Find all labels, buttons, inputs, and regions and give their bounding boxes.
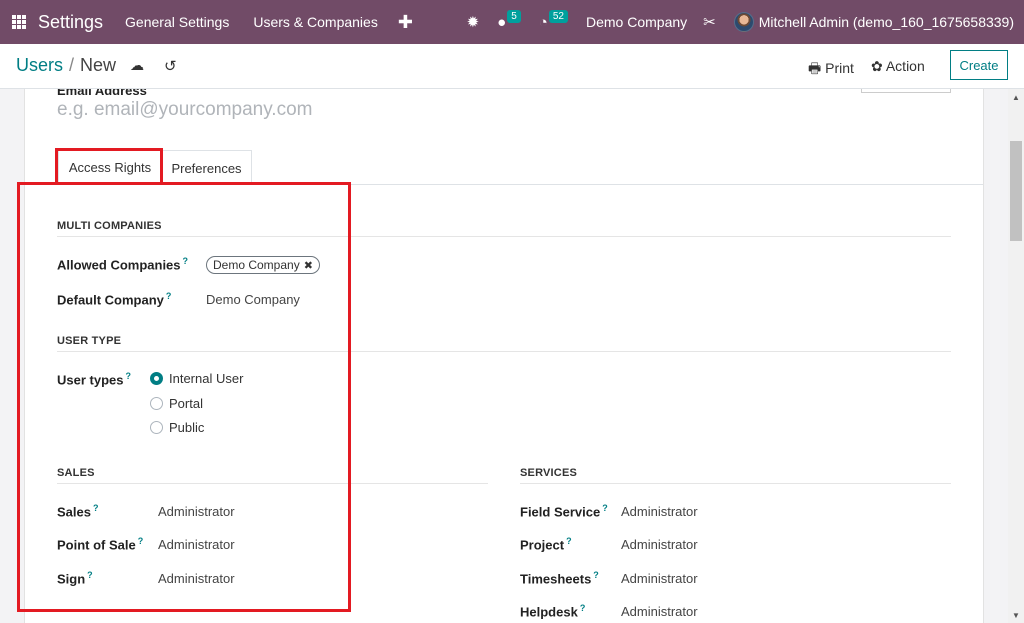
radio-label: Public [169,420,205,435]
messaging-menu[interactable]: ● 5 [497,9,521,31]
scrollbar[interactable]: ▲ ▼ [1008,89,1024,623]
help-icon[interactable]: ? [602,503,608,513]
default-company-label: Default Company? [57,291,172,308]
point-of-sale-value[interactable]: Administrator [158,537,235,552]
radio-unchecked-icon [150,421,163,434]
control-panel: Users / New ☁ ↺ 🖶 Print ✿ Action Create [0,44,1024,89]
app-name[interactable]: Settings [38,12,103,33]
activity-count-badge: 52 [548,9,568,23]
email-input[interactable] [57,99,507,121]
email-label: Email Address [57,89,147,98]
save-cloud-icon[interactable]: ☁ [130,57,144,74]
form-sheet: Email Address Access Rights Preferences … [24,89,984,623]
chat-icon: ● [497,13,507,31]
radio-label: Internal User [169,371,244,386]
menu-general-settings[interactable]: General Settings [125,14,229,30]
tab-highlight-box [55,148,163,185]
create-button[interactable]: Create [950,50,1008,80]
radio-internal-user[interactable]: Internal User [150,371,243,386]
field-service-value[interactable]: Administrator [621,504,698,519]
action-button[interactable]: ✿ Action [871,58,925,75]
help-icon[interactable]: ? [93,503,99,513]
section-user-type: USER TYPE [57,335,951,352]
tag-remove-icon[interactable]: ✖ [304,259,313,272]
breadcrumb: Users / New ☁ ↺ [16,55,177,76]
project-value[interactable]: Administrator [621,537,698,552]
scroll-thumb[interactable] [1010,141,1022,241]
user-avatar[interactable] [733,12,754,32]
clock-icon: ◔ [538,13,548,31]
radio-public[interactable]: Public [150,420,204,435]
apps-menu-icon[interactable] [12,15,26,29]
help-icon[interactable]: ? [593,570,599,580]
chat-count-badge: 5 [507,9,521,23]
user-menu[interactable]: Mitchell Admin (demo_160_1675658339) [759,14,1014,30]
help-icon[interactable]: ? [138,536,144,546]
timesheets-label: Timesheets? [520,570,599,587]
print-button[interactable]: 🖶 Print [808,58,854,82]
allowed-company-tag: Demo Company ✖ [206,256,320,274]
discard-icon[interactable]: ↺ [164,57,177,75]
sign-label: Sign? [57,570,93,587]
section-multi-companies: MULTI COMPANIES [57,220,951,237]
sales-label: Sales? [57,503,99,520]
tools-icon[interactable]: ✂ [703,13,716,31]
scroll-up-icon[interactable]: ▲ [1012,93,1020,102]
section-services: SERVICES [520,467,951,484]
breadcrumb-separator: / [69,55,75,75]
scroll-down-icon[interactable]: ▼ [1012,611,1020,620]
sign-value[interactable]: Administrator [158,571,235,586]
help-icon[interactable]: ? [166,291,172,301]
project-label: Project? [520,536,572,553]
help-icon[interactable]: ? [580,603,586,613]
help-icon[interactable]: ? [566,536,572,546]
radio-label: Portal [169,396,203,411]
sales-value[interactable]: Administrator [158,504,235,519]
timesheets-value[interactable]: Administrator [621,571,698,586]
photo-frame[interactable] [861,89,951,93]
bug-icon[interactable]: ✹ [467,13,480,31]
help-icon[interactable]: ? [125,371,131,381]
help-icon[interactable]: ? [183,256,189,266]
radio-checked-icon [150,372,163,385]
company-switcher[interactable]: Demo Company [586,14,687,30]
activity-menu[interactable]: ◔ 52 [538,9,568,31]
default-company-value[interactable]: Demo Company [206,292,300,307]
point-of-sale-label: Point of Sale? [57,536,144,553]
tab-preferences[interactable]: Preferences [162,150,252,185]
radio-portal[interactable]: Portal [150,396,203,411]
plus-icon[interactable]: ✚ [398,12,413,33]
user-types-label: User types? [57,371,131,388]
tag-label: Demo Company [213,258,300,272]
navbar-systray: ✹ ● 5 ◔ 52 Demo Company ✂ Mitchell Admin… [467,0,1014,44]
form-tabs: Access Rights Preferences [25,150,983,185]
help-icon[interactable]: ? [87,570,93,580]
allowed-companies-label: Allowed Companies? [57,256,189,273]
top-navbar: Settings General Settings Users & Compan… [0,0,1024,44]
field-service-label: Field Service? [520,503,608,520]
section-sales: SALES [57,467,488,484]
menu-users-companies[interactable]: Users & Companies [253,14,378,30]
breadcrumb-current: New [80,55,117,75]
breadcrumb-users[interactable]: Users [16,55,63,76]
radio-unchecked-icon [150,397,163,410]
helpdesk-label: Helpdesk? [520,603,586,620]
helpdesk-value[interactable]: Administrator [621,604,698,619]
